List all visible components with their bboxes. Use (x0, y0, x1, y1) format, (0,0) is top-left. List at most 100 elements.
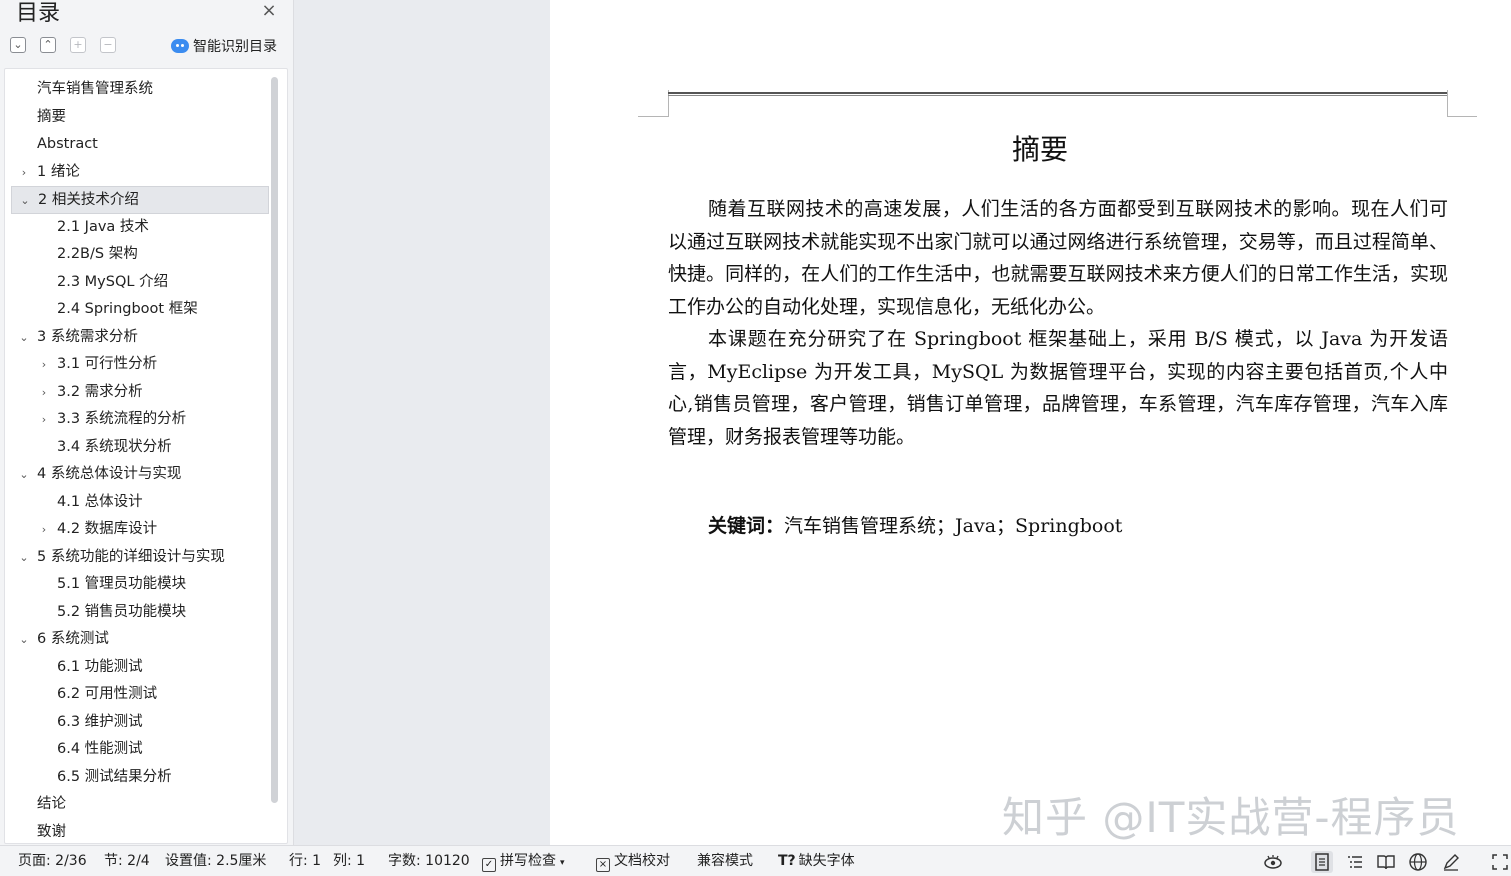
toc-item[interactable]: › 3.3 系统流程的分析 (5, 406, 269, 434)
chevron-down-icon[interactable]: ⌄ (18, 187, 32, 214)
toc-item-label: 2.1 Java 技术 (57, 218, 149, 235)
collapse-all-icon[interactable]: ⌃ (40, 37, 56, 53)
close-icon[interactable]: × (260, 2, 278, 20)
toc-item[interactable]: ⌄ 4 系统总体设计与实现 (5, 461, 269, 489)
expand-all-icon[interactable]: ⌄ (10, 37, 26, 53)
toc-item[interactable]: 结论 (5, 791, 269, 819)
web-view-icon[interactable] (1407, 851, 1429, 873)
watermark: 知乎 @IT实战营-程序员 (1002, 793, 1460, 842)
status-bar: 页面: 2/36 节: 2/4 设置值: 2.5厘米 行: 1 列: 1 字数:… (0, 845, 1511, 876)
header-rule (668, 92, 1447, 94)
chevron-down-icon[interactable]: ⌄ (17, 461, 31, 488)
toc-item[interactable]: 5.2 销售员功能模块 (5, 599, 269, 627)
eye-protection-icon[interactable] (1262, 851, 1284, 873)
chevron-down-icon[interactable]: ⌄ (17, 544, 31, 571)
proofread-label: 文档校对 (614, 853, 670, 869)
toc-item-label: 6 系统测试 (37, 631, 109, 647)
toc-item[interactable]: › 1 绪论 (5, 159, 269, 187)
toc-item-label: 5 系统功能的详细设计与实现 (37, 548, 225, 565)
toc-item-label: 1 绪论 (37, 163, 80, 180)
toc-item[interactable]: 摘要 (5, 104, 269, 132)
toc-item-label: 6.2 可用性测试 (57, 686, 158, 702)
row-indicator: 行: 1 (289, 853, 322, 869)
toc-title: 目录 (16, 1, 61, 26)
chevron-down-icon[interactable]: ⌄ (17, 324, 31, 351)
toc-item-label: 3.1 可行性分析 (57, 356, 158, 372)
spell-check-button[interactable]: ✓ 拼写检查 ▾ (482, 846, 565, 876)
toc-item[interactable]: ⌄ 2 相关技术介绍 (11, 186, 269, 214)
remove-level-icon[interactable]: − (100, 37, 116, 53)
toc-item-label: 致谢 (37, 823, 66, 840)
toc-item-label: 6.1 功能测试 (57, 658, 143, 675)
abstract-paragraph: 随着互联网技术的高速发展，人们生活的各方面都受到互联网技术的影响。现在人们可以通… (668, 198, 1448, 318)
toc-item-label: 结论 (37, 796, 66, 812)
outline-view-icon[interactable] (1344, 851, 1366, 873)
chevron-right-icon[interactable]: › (37, 379, 51, 406)
add-level-icon[interactable]: + (70, 37, 86, 53)
chevron-right-icon[interactable]: › (17, 159, 31, 186)
toc-item-label: 3.3 系统流程的分析 (57, 411, 187, 427)
toc-item[interactable]: ⌄ 5 系统功能的详细设计与实现 (5, 544, 269, 572)
toc-item[interactable]: 6.5 测试结果分析 (5, 764, 269, 792)
toc-item[interactable]: ⌄ 3 系统需求分析 (5, 324, 269, 352)
toc-item[interactable]: 2.4 Springboot 框架 (5, 296, 269, 324)
page-view-icon[interactable] (1311, 851, 1333, 873)
toc-item[interactable]: 4.1 总体设计 (5, 489, 269, 517)
toc-panel: 汽车销售管理系统 摘要 Abstract › 1 绪论 ⌄ 2 相关技术介绍 2.1 Java… (4, 68, 288, 844)
missing-font-button[interactable]: T? 缺失字体 (778, 846, 855, 876)
toc-item[interactable]: 2.1 Java 技术 (5, 214, 269, 242)
toc-item-label: 5.1 管理员功能模块 (57, 576, 187, 592)
document-page[interactable]: 摘要 随着互联网技术的高速发展，人们生活的各方面都受到互联网技术的影响。现在人们… (550, 0, 1511, 845)
toc-item-label: 6.4 性能测试 (57, 741, 143, 757)
checkbox-icon: ✓ (482, 858, 496, 872)
toc-item[interactable]: 2.2B/S 架构 (5, 241, 269, 269)
document-heading: 摘要 (1011, 133, 1068, 166)
toc-item[interactable]: 2.3 MySQL 介绍 (5, 269, 269, 297)
chevron-right-icon[interactable]: › (37, 406, 51, 433)
keywords-label: 关键词： (708, 515, 785, 537)
margin-corner-mark (1447, 90, 1448, 116)
toc-item[interactable]: › 4.2 数据库设计 (5, 516, 269, 544)
keywords-text: 汽车销售管理系统；Java；Springboot (784, 515, 1123, 537)
toc-item[interactable]: 6.1 功能测试 (5, 654, 269, 682)
toc-item-label: 6.3 维护测试 (57, 713, 143, 730)
toc-item-label: 2.2B/S 架构 (57, 246, 138, 262)
proofread-button[interactable]: × 文档校对 (596, 846, 670, 876)
toc-item-label: 4.1 总体设计 (57, 493, 143, 510)
toc-list: 汽车销售管理系统 摘要 Abstract › 1 绪论 ⌄ 2 相关技术介绍 2.1 Java… (5, 76, 269, 844)
toc-item[interactable]: 5.1 管理员功能模块 (5, 571, 269, 599)
toc-item-label: 3 系统需求分析 (37, 328, 138, 345)
margin-corner-mark (1447, 116, 1477, 117)
toc-scrollbar[interactable] (271, 77, 278, 803)
section-indicator[interactable]: 节: 2/4 (104, 846, 150, 876)
toc-item[interactable]: 6.2 可用性测试 (5, 681, 269, 709)
page-indicator[interactable]: 页面: 2/36 (18, 846, 87, 876)
smart-toc-button[interactable]: 智能识别目录 (171, 36, 277, 56)
pen-icon[interactable] (1440, 851, 1462, 873)
document-gutter (295, 0, 550, 845)
toc-item[interactable]: › 3.2 需求分析 (5, 379, 269, 407)
compat-mode-label[interactable]: 兼容模式 (697, 846, 753, 876)
toc-item[interactable]: 汽车销售管理系统 (5, 76, 269, 104)
reading-view-icon[interactable] (1375, 851, 1397, 873)
toc-item-label: 2.4 Springboot 框架 (57, 301, 198, 317)
toc-item[interactable]: Abstract (5, 131, 269, 159)
chevron-down-icon[interactable]: ⌄ (17, 626, 31, 653)
spell-check-label: 拼写检查 (500, 853, 556, 869)
setting-value[interactable]: 设置值: 2.5厘米 (165, 846, 266, 876)
margin-corner-mark (638, 116, 669, 117)
toc-item[interactable]: › 3.1 可行性分析 (5, 351, 269, 379)
toc-item[interactable]: ⌄ 6 系统测试 (5, 626, 269, 654)
toc-item[interactable]: 6.4 性能测试 (5, 736, 269, 764)
toc-item[interactable]: 3.4 系统现状分析 (5, 434, 269, 462)
chevron-right-icon[interactable]: › (37, 351, 51, 378)
toc-item[interactable]: 致谢 (5, 819, 269, 844)
toc-item-label: 4.2 数据库设计 (57, 521, 158, 537)
fullscreen-icon[interactable] (1489, 851, 1511, 873)
abstract-paragraph: 本课题在充分研究了在 Springboot 框架基础上，采用 B/S 模式，以 … (668, 328, 1448, 448)
proofread-icon: × (596, 858, 610, 872)
keywords-line: 关键词：汽车销售管理系统；Java；Springboot (708, 511, 1122, 541)
chevron-right-icon[interactable]: › (37, 516, 51, 543)
word-count[interactable]: 字数: 10120 (388, 846, 470, 876)
toc-item[interactable]: 6.3 维护测试 (5, 709, 269, 737)
